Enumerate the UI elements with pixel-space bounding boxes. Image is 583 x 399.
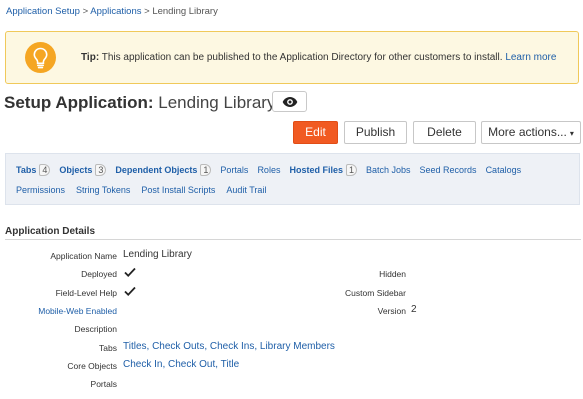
tab-string-tokens[interactable]: String Tokens [76, 185, 130, 195]
tab-portals[interactable]: Portals [220, 164, 248, 176]
tab-label: Portals [220, 165, 249, 175]
tab-label: Post Install Scripts [141, 185, 216, 195]
lightbulb-icon [25, 42, 56, 73]
checkmark-icon [124, 267, 136, 277]
checkmark-icon [124, 286, 136, 296]
tab-label: Batch Jobs [365, 165, 411, 175]
more-actions-label: More actions... [488, 125, 567, 139]
related-items-panel: Tabs 4 Objects 3 Dependent Objects 1 Portals Ro… [5, 153, 580, 205]
breadcrumb-applications[interactable]: Applications [90, 6, 141, 17]
application-name-value: Lending Library [123, 249, 192, 260]
deployed-label: Deployed [81, 269, 117, 279]
page-title-app-name: Lending Library [153, 93, 276, 112]
tab-label: Tabs [16, 165, 37, 175]
tab-audit-trail[interactable]: Audit Trail [226, 185, 266, 195]
page-title: Setup Application: Lending Library [4, 93, 275, 113]
tab-label: Roles [257, 165, 281, 175]
tip-label: Tip: [81, 52, 100, 63]
edit-button[interactable]: Edit [293, 121, 338, 144]
more-actions-button[interactable]: More actions... ▾ [481, 121, 581, 144]
field-level-help-label: Field-Level Help [55, 288, 117, 298]
tab-catalogs[interactable]: Catalogs [486, 164, 522, 176]
tab-objects[interactable]: Objects 3 [59, 164, 107, 176]
tab-tabs[interactable]: Tabs 4 [16, 164, 51, 176]
core-objects-label: Core Objects [67, 361, 117, 371]
tab-label: Hosted Files [289, 165, 343, 175]
custom-sidebar-label: Custom Sidebar [345, 288, 406, 298]
learn-more-link[interactable]: Learn more [505, 52, 556, 63]
tab-seed-records[interactable]: Seed Records [420, 164, 477, 176]
description-label: Description [74, 324, 117, 334]
page-title-label: Setup Application: [4, 93, 154, 112]
delete-button[interactable]: Delete [413, 121, 476, 144]
tip-banner: Tip: This application can be published t… [5, 31, 579, 84]
related-items-row-1: Tabs 4 Objects 3 Dependent Objects 1 Portals Ro… [16, 164, 530, 176]
eye-icon [282, 97, 298, 107]
tab-label: Dependent Objects [115, 165, 198, 175]
version-label: Version [377, 306, 406, 316]
version-value: 2 [411, 304, 417, 315]
portals-label: Portals [90, 379, 117, 389]
view-button[interactable] [272, 91, 307, 112]
section-divider [5, 239, 581, 240]
breadcrumb-separator: > [79, 6, 91, 17]
tab-hosted-files[interactable]: Hosted Files 1 [289, 164, 357, 176]
breadcrumb-separator: > [141, 6, 153, 17]
tabs-value[interactable]: Titles, Check Outs, Check Ins, Library M… [123, 341, 335, 352]
tab-permissions[interactable]: Permissions [16, 185, 65, 195]
tab-label: String Tokens [76, 185, 131, 195]
chevron-down-icon: ▾ [569, 129, 574, 138]
section-title: Application Details [5, 226, 96, 237]
tab-label: Catalogs [485, 165, 522, 175]
breadcrumb-current: Lending Library [152, 6, 218, 17]
publish-button[interactable]: Publish [344, 121, 407, 144]
count-badge: 4 [39, 164, 51, 176]
tab-roles[interactable]: Roles [257, 164, 280, 176]
core-objects-value[interactable]: Check In, Check Out, Title [123, 359, 239, 370]
tab-batch-jobs[interactable]: Batch Jobs [366, 164, 411, 176]
count-badge: 1 [200, 164, 212, 176]
mobile-web-enabled-link[interactable]: Mobile-Web Enabled [38, 306, 117, 316]
tab-label: Objects [59, 165, 93, 175]
breadcrumb: Application Setup > Applications > Lendi… [6, 6, 218, 17]
count-badge: 1 [345, 164, 357, 176]
application-name-label: Application Name [50, 251, 117, 261]
breadcrumb-application-setup[interactable]: Application Setup [6, 6, 80, 17]
tip-message: Tip: This application can be published t… [81, 52, 556, 63]
tip-text: This application can be published to the… [99, 52, 506, 63]
tab-post-install-scripts[interactable]: Post Install Scripts [141, 185, 215, 195]
tab-label: Audit Trail [226, 185, 267, 195]
tab-dependent-objects[interactable]: Dependent Objects 1 [115, 164, 212, 176]
count-badge: 3 [95, 164, 107, 176]
hidden-label: Hidden [379, 269, 406, 279]
tab-label: Permissions [16, 185, 66, 195]
related-items-row-2: Permissions String Tokens Post Install Scr… [16, 185, 277, 195]
tab-label: Seed Records [419, 165, 477, 175]
tabs-label: Tabs [99, 343, 117, 353]
